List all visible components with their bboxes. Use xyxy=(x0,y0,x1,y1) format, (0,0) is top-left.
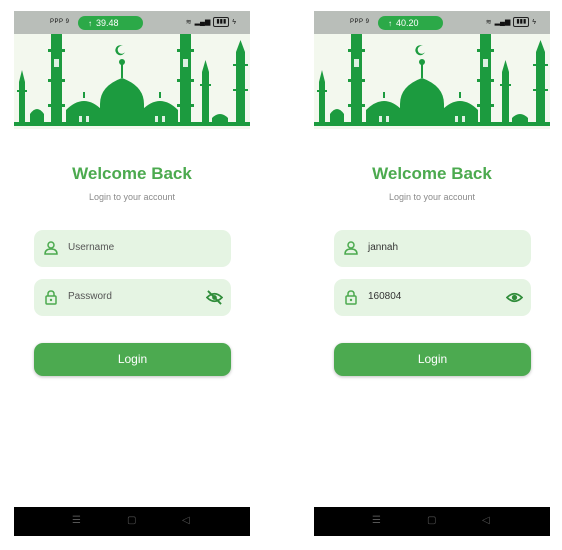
username-input[interactable] xyxy=(68,242,198,253)
status-bar: PPP 9 ↑ 40.20 ≋ ▂▄▆ ▮▮▮ ϟ xyxy=(314,11,550,34)
password-input[interactable]: 160804 xyxy=(368,291,498,302)
page-subtitle: Login to your account xyxy=(88,192,176,202)
timer-value: 39.48 xyxy=(96,18,119,28)
phone-screen-right: PPP 9 ↑ 40.20 ≋ ▂▄▆ ▮▮▮ ϟ Welcome Back L… xyxy=(314,11,550,536)
signal-icon: ▂▄▆ xyxy=(194,19,211,26)
page-subtitle: Login to your account xyxy=(388,192,476,202)
signal-icon: ▂▄▆ xyxy=(494,19,511,26)
charging-icon: ϟ xyxy=(532,18,536,26)
page-title: Welcome Back xyxy=(72,164,192,183)
login-button[interactable]: Login xyxy=(34,343,231,376)
person-icon xyxy=(44,241,58,255)
person-icon xyxy=(344,241,358,255)
password-field[interactable] xyxy=(34,279,231,316)
status-icons: ≋ ▂▄▆ ▮▮▮ ϟ xyxy=(486,17,536,27)
timer-pill[interactable]: ↑ 39.48 xyxy=(78,16,143,30)
wifi-icon: ≋ xyxy=(485,19,492,26)
mosque-icon xyxy=(14,34,250,126)
timer-pill[interactable]: ↑ 40.20 xyxy=(378,16,443,30)
password-field[interactable]: 160804 xyxy=(334,279,531,316)
username-input[interactable]: jannah xyxy=(368,242,498,253)
menu-icon[interactable]: ☰ xyxy=(72,515,81,527)
status-left-text: PPP 9 xyxy=(50,19,70,25)
charging-icon: ϟ xyxy=(232,18,236,26)
username-field[interactable] xyxy=(34,230,231,267)
back-icon[interactable]: ◁ xyxy=(182,515,190,527)
home-icon[interactable]: ▢ xyxy=(127,515,136,527)
mosque-header-illustration xyxy=(314,34,550,129)
battery-icon: ▮▮▮ xyxy=(513,17,530,27)
mosque-icon xyxy=(314,34,550,126)
eye-off-icon[interactable] xyxy=(206,290,223,305)
mosque-header-illustration xyxy=(14,34,250,129)
battery-icon: ▮▮▮ xyxy=(213,17,230,27)
arrow-icon: ↑ xyxy=(388,19,392,28)
navigation-bar: ☰ ▢ ◁ xyxy=(14,507,250,536)
phone-screen-left: PPP 9 ↑ 39.48 ≋ ▂▄▆ ▮▮▮ ϟ Welcome Back L… xyxy=(14,11,250,536)
status-bar: PPP 9 ↑ 39.48 ≋ ▂▄▆ ▮▮▮ ϟ xyxy=(14,11,250,34)
arrow-icon: ↑ xyxy=(88,19,92,28)
timer-value: 40.20 xyxy=(396,18,419,28)
lock-icon xyxy=(345,290,357,305)
status-icons: ≋ ▂▄▆ ▮▮▮ ϟ xyxy=(186,17,236,27)
login-button[interactable]: Login xyxy=(334,343,531,376)
page-title: Welcome Back xyxy=(372,164,492,183)
menu-icon[interactable]: ☰ xyxy=(372,515,381,527)
lock-icon xyxy=(45,290,57,305)
wifi-icon: ≋ xyxy=(185,19,192,26)
username-field[interactable]: jannah xyxy=(334,230,531,267)
back-icon[interactable]: ◁ xyxy=(482,515,490,527)
eye-icon[interactable] xyxy=(506,290,523,305)
password-input[interactable] xyxy=(68,291,198,302)
status-left-text: PPP 9 xyxy=(350,19,370,25)
home-icon[interactable]: ▢ xyxy=(427,515,436,527)
navigation-bar: ☰ ▢ ◁ xyxy=(314,507,550,536)
